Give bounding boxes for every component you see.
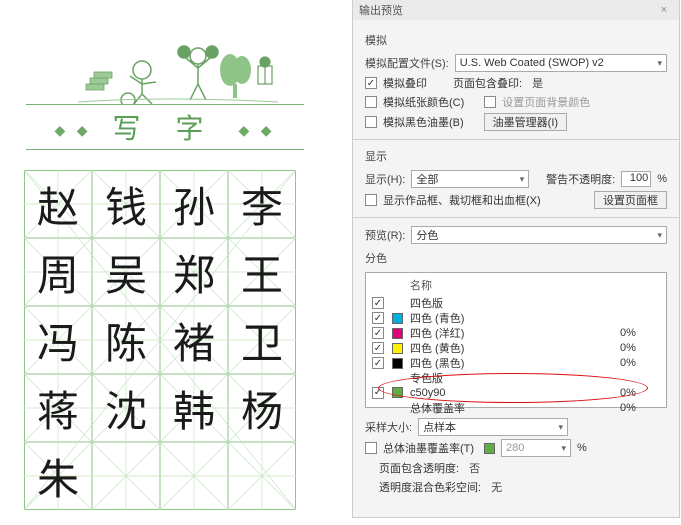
sim-black-checkbox[interactable] <box>365 116 377 128</box>
grid-cell: 周 <box>24 238 92 306</box>
sep-name: 四色 (洋红) <box>410 325 616 341</box>
grid-cell: 李 <box>228 170 296 238</box>
blend-space-value: 无 <box>491 479 502 495</box>
character-grid: 赵钱孙李周吴郑王冯陈褚卫蒋沈韩杨朱 <box>24 170 296 510</box>
grid-cell: 朱 <box>24 442 92 510</box>
total-ink-label: 总体油墨覆盖率(T) <box>383 440 474 456</box>
sample-size-dropdown[interactable]: 点样本 ▾ <box>418 418 568 436</box>
blend-space-label: 透明度混合色彩空间: <box>379 479 481 495</box>
show-label: 显示(H): <box>365 171 405 187</box>
sep-swatch <box>392 358 403 369</box>
process-group-label: 四色版 <box>410 295 616 311</box>
chevron-down-icon: ▾ <box>520 174 525 185</box>
opacity-input[interactable]: 100 <box>621 171 651 187</box>
chevron-down-icon: ▾ <box>559 422 564 433</box>
sep-pct: 0% <box>620 327 660 339</box>
chevron-down-icon: ▾ <box>657 230 662 241</box>
preview-label: 预览(R): <box>365 227 405 243</box>
sep-pct: 0% <box>620 357 660 369</box>
page-title: ◆ ◆ 写 字 ◆ ◆ <box>26 104 304 150</box>
ink-manager-button[interactable]: 油墨管理器(I) <box>484 113 567 131</box>
spot-name: c50y90 <box>410 387 616 399</box>
page-transparency-label: 页面包含透明度: <box>379 460 459 476</box>
pct-label: % <box>657 173 667 185</box>
grid-cell: 郑 <box>160 238 228 306</box>
sep-row-toggle[interactable]: ✓ <box>372 342 384 354</box>
sep-swatch <box>392 328 403 339</box>
grid-cell: 钱 <box>92 170 160 238</box>
spot-swatch <box>392 387 403 398</box>
total-ink-swatch <box>484 443 495 454</box>
page-contains-overprint-value: 是 <box>532 75 543 91</box>
set-page-box-button[interactable]: 设置页面框 <box>594 191 667 209</box>
panel-title-text: 输出预览 <box>359 2 403 18</box>
sep-name: 四色 (青色) <box>410 310 616 326</box>
chevron-down-icon: ▾ <box>562 443 567 454</box>
sep-pct: 0% <box>620 342 660 354</box>
sep-name: 四色 (黑色) <box>410 355 616 371</box>
grid-cell: 蒋 <box>24 374 92 442</box>
output-preview-panel: 输出预览 × 模拟 模拟配置文件(S): U.S. Web Coated (SW… <box>352 0 680 518</box>
grid-cell: 吴 <box>92 238 160 306</box>
chevron-down-icon: ▾ <box>657 58 662 69</box>
grid-cell: 赵 <box>24 170 92 238</box>
title-text: 写 字 <box>112 114 217 145</box>
set-bg-checkbox[interactable] <box>484 96 496 108</box>
spot-group-label: 专色版 <box>410 370 616 386</box>
decorative-illustration <box>18 12 312 104</box>
name-column: 名称 <box>410 277 432 293</box>
separations-heading: 分色 <box>365 250 667 266</box>
spot-row-toggle[interactable]: ✓ <box>372 387 384 399</box>
sep-row-toggle[interactable]: ✓ <box>372 312 384 324</box>
sep-row-toggle[interactable]: ✓ <box>372 327 384 339</box>
opacity-warn-label: 警告不透明度: <box>546 171 615 187</box>
grid-cell: 褚 <box>160 306 228 374</box>
show-heading: 显示 <box>365 148 667 164</box>
grid-cell: 沈 <box>92 374 160 442</box>
set-bg-label: 设置页面背景颜色 <box>502 94 590 110</box>
grid-cell: 杨 <box>228 374 296 442</box>
sep-swatch <box>392 343 403 354</box>
panel-titlebar: 输出预览 × <box>353 0 679 20</box>
total-coverage-label: 总体覆盖率 <box>410 400 616 416</box>
process-toggle[interactable]: ✓ <box>372 297 384 309</box>
separations-list: 名称 ✓ 四色版 ✓ 四色 (青色) ✓ 四色 (洋红) 0% ✓ 四色 (黄色)… <box>365 272 667 408</box>
page-transparency-value: 否 <box>469 460 480 476</box>
sim-profile-dropdown[interactable]: U.S. Web Coated (SWOP) v2 ▾ <box>455 54 667 72</box>
sim-profile-label: 模拟配置文件(S): <box>365 55 449 71</box>
simulate-heading: 模拟 <box>365 32 667 48</box>
grid-cell: 卫 <box>228 306 296 374</box>
page-contains-overprint-label: 页面包含叠印: <box>453 75 522 91</box>
grid-cell: 孙 <box>160 170 228 238</box>
sim-black-label: 模拟黑色油墨(B) <box>383 114 464 130</box>
show-trim-checkbox[interactable] <box>365 194 377 206</box>
sep-row-toggle[interactable]: ✓ <box>372 357 384 369</box>
grid-cell: 陈 <box>92 306 160 374</box>
total-ink-dropdown[interactable]: 280 ▾ <box>501 439 571 457</box>
pct-label: % <box>577 442 587 454</box>
grid-cell: 冯 <box>24 306 92 374</box>
sim-overprint-label: 模拟叠印 <box>383 75 427 91</box>
sep-name: 四色 (黄色) <box>410 340 616 356</box>
sample-size-label: 采样大小: <box>365 419 412 435</box>
grid-cell: 王 <box>228 238 296 306</box>
show-trim-label: 显示作品框、裁切框和出血框(X) <box>383 192 541 208</box>
close-icon[interactable]: × <box>655 4 673 16</box>
grid-cell: 韩 <box>160 374 228 442</box>
sim-paper-label: 模拟纸张颜色(C) <box>383 94 464 110</box>
total-ink-checkbox[interactable] <box>365 442 377 454</box>
sim-paper-checkbox[interactable] <box>365 96 377 108</box>
total-coverage-pct: 0% <box>620 402 660 414</box>
preview-dropdown[interactable]: 分色 ▾ <box>411 226 667 244</box>
sep-swatch <box>392 313 403 324</box>
sim-overprint-checkbox[interactable]: ✓ <box>365 77 377 89</box>
spot-pct: 0% <box>620 387 660 399</box>
show-dropdown[interactable]: 全部 ▾ <box>411 170 529 188</box>
